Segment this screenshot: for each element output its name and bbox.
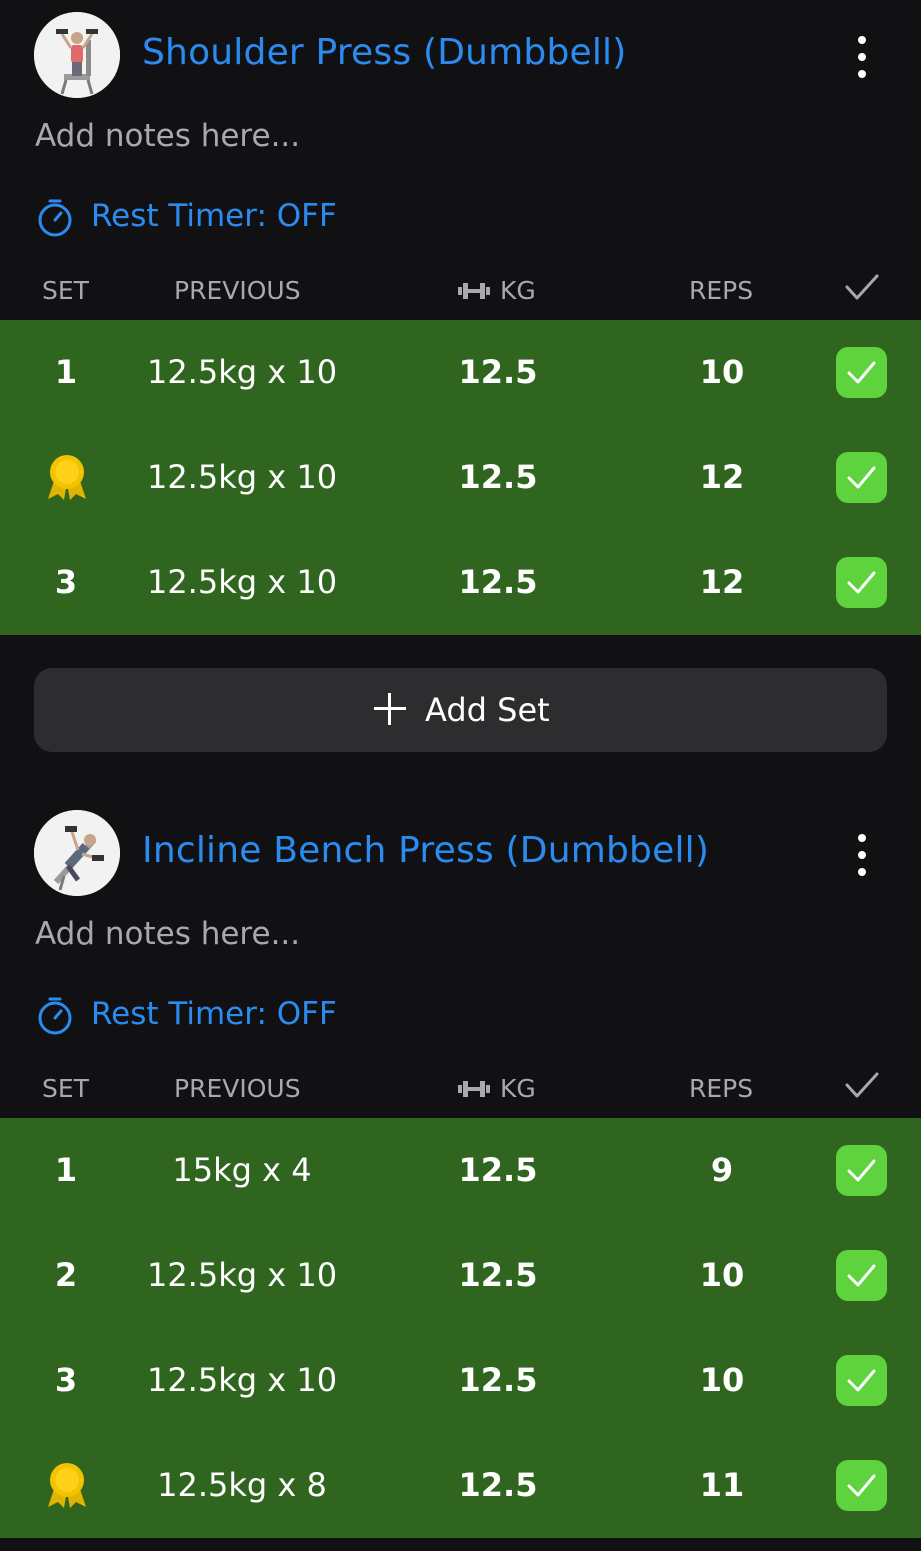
set-row: 3 12.5kg x 10 12.5 12 [0, 530, 921, 634]
add-set-label: Add Set [425, 691, 550, 729]
column-previous: PREVIOUS [174, 1074, 301, 1103]
reps-input[interactable]: 10 [622, 1223, 822, 1327]
previous-value[interactable]: 12.5kg x 8 [112, 1433, 372, 1537]
exercise-title[interactable]: Shoulder Press (Dumbbell) [142, 32, 627, 73]
set-complete-checkbox[interactable] [836, 1355, 887, 1406]
medal-icon[interactable] [44, 1461, 90, 1509]
set-complete-checkbox[interactable] [836, 347, 887, 398]
set-number[interactable]: 2 [16, 1223, 116, 1327]
reps-input[interactable]: 10 [622, 1328, 822, 1432]
previous-value[interactable]: 12.5kg x 10 [112, 320, 372, 424]
sets-table-body: 1 12.5kg x 10 12.5 10 12.5kg x 10 12.5 1… [0, 320, 921, 635]
column-reps: REPS [689, 276, 754, 305]
set-row: 1 12.5kg x 10 12.5 10 [0, 320, 921, 424]
dumbbell-icon [458, 283, 490, 299]
kg-input[interactable]: 12.5 [398, 1223, 598, 1327]
exercise-header: Shoulder Press (Dumbbell) [0, 0, 921, 100]
reps-input[interactable]: 12 [622, 425, 822, 529]
set-row: 12.5kg x 10 12.5 12 [0, 425, 921, 529]
reps-input[interactable]: 9 [622, 1118, 822, 1222]
reps-input[interactable]: 11 [622, 1433, 822, 1537]
set-number[interactable]: 1 [16, 1118, 116, 1222]
check-icon [847, 1159, 876, 1182]
set-complete-checkbox[interactable] [836, 557, 887, 608]
medal-icon[interactable] [44, 453, 90, 501]
reps-input[interactable]: 12 [622, 530, 822, 634]
exercise-thumbnail[interactable] [34, 810, 120, 896]
stopwatch-icon [38, 997, 72, 1035]
kg-input[interactable]: 12.5 [398, 425, 598, 529]
set-row: 2 12.5kg x 10 12.5 10 [0, 1223, 921, 1327]
rest-timer-label: Rest Timer: OFF [91, 198, 337, 234]
previous-value[interactable]: 12.5kg x 10 [112, 425, 372, 529]
column-set: SET [42, 1074, 89, 1103]
column-kg: KG [458, 1074, 536, 1103]
notes-input[interactable]: Add notes here... [35, 118, 300, 154]
column-set: SET [42, 276, 89, 305]
set-complete-checkbox[interactable] [836, 452, 887, 503]
check-icon [847, 361, 876, 384]
column-kg-label: KG [500, 1074, 536, 1103]
stopwatch-icon [38, 199, 72, 237]
rest-timer-label: Rest Timer: OFF [91, 996, 337, 1032]
kg-input[interactable]: 12.5 [398, 320, 598, 424]
kg-input[interactable]: 12.5 [398, 1328, 598, 1432]
previous-value[interactable]: 12.5kg x 10 [112, 1328, 372, 1432]
column-reps: REPS [689, 1074, 754, 1103]
reps-input[interactable]: 10 [622, 320, 822, 424]
set-complete-checkbox[interactable] [836, 1250, 887, 1301]
sets-table-header: SET PREVIOUS KG REPS [0, 1068, 921, 1112]
column-previous: PREVIOUS [174, 276, 301, 305]
column-kg: KG [458, 276, 536, 305]
column-check-icon [844, 1070, 880, 1106]
sets-table-body: 1 15kg x 4 12.5 9 2 12.5kg x 10 12.5 10 … [0, 1118, 921, 1538]
previous-value[interactable]: 12.5kg x 10 [112, 1223, 372, 1327]
more-options-icon[interactable] [840, 830, 884, 880]
set-number[interactable]: 3 [16, 1328, 116, 1432]
shoulder-press-figure-icon [34, 12, 120, 98]
set-row: 1 15kg x 4 12.5 9 [0, 1118, 921, 1222]
set-number[interactable]: 1 [16, 320, 116, 424]
check-icon [847, 1369, 876, 1392]
set-complete-checkbox[interactable] [836, 1145, 887, 1196]
check-icon [847, 1264, 876, 1287]
check-icon [847, 1474, 876, 1497]
kg-input[interactable]: 12.5 [398, 1118, 598, 1222]
sets-table-header: SET PREVIOUS KG REPS [0, 270, 921, 314]
plus-icon [374, 693, 406, 725]
exercise-header: Incline Bench Press (Dumbbell) [0, 798, 921, 898]
notes-input[interactable]: Add notes here... [35, 916, 300, 952]
set-complete-checkbox[interactable] [836, 1460, 887, 1511]
set-row: 12.5kg x 8 12.5 11 [0, 1433, 921, 1537]
exercise-thumbnail[interactable] [34, 12, 120, 98]
set-row: 3 12.5kg x 10 12.5 10 [0, 1328, 921, 1432]
check-icon [847, 466, 876, 489]
kg-input[interactable]: 12.5 [398, 530, 598, 634]
kg-input[interactable]: 12.5 [398, 1433, 598, 1537]
exercise-title[interactable]: Incline Bench Press (Dumbbell) [142, 830, 709, 871]
previous-value[interactable]: 15kg x 4 [112, 1118, 372, 1222]
incline-press-figure-icon [34, 810, 120, 896]
dumbbell-icon [458, 1081, 490, 1097]
column-check-icon [844, 272, 880, 308]
previous-value[interactable]: 12.5kg x 10 [112, 530, 372, 634]
check-icon [847, 571, 876, 594]
set-number[interactable]: 3 [16, 530, 116, 634]
more-options-icon[interactable] [840, 32, 884, 82]
add-set-button[interactable]: Add Set [34, 668, 887, 752]
column-kg-label: KG [500, 276, 536, 305]
